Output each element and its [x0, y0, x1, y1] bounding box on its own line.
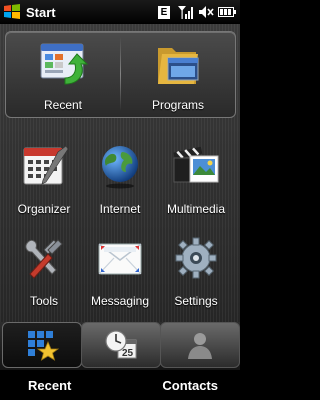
tab-contacts[interactable]	[160, 322, 240, 368]
tab-calendar[interactable]: 25	[81, 322, 161, 368]
status-icons: E	[158, 5, 236, 19]
battery-icon[interactable]	[218, 6, 236, 18]
top-panel: Recent Programs	[5, 31, 236, 118]
multimedia-label: Multimedia	[166, 202, 226, 216]
left-softkey[interactable]: Recent	[28, 378, 71, 393]
signal-icon[interactable]	[178, 5, 194, 19]
programs-folder-icon	[158, 48, 199, 84]
settings-label: Settings	[174, 294, 218, 308]
home-screen: Recent Programs Organizer Internet Multi…	[0, 24, 240, 322]
home-grid-star-icon	[28, 331, 59, 361]
divider	[120, 37, 121, 111]
calendar-icon	[23, 145, 69, 185]
network-badge[interactable]: E	[158, 5, 170, 19]
right-softkey[interactable]: Contacts	[162, 378, 218, 393]
programs-label: Programs	[151, 98, 204, 112]
messaging-tile[interactable]: Messaging	[82, 234, 158, 308]
recent-window-icon	[40, 43, 89, 85]
clock-calendar-icon: 25	[105, 330, 137, 359]
softkey-bar: Recent Contacts	[0, 370, 240, 400]
tools-icon	[25, 239, 63, 279]
internet-tile[interactable]: Internet	[82, 142, 158, 216]
status-bar: Start E	[0, 0, 240, 24]
programs-tile[interactable]: Programs	[138, 40, 218, 112]
tools-tile[interactable]: Tools	[6, 234, 82, 308]
internet-label: Internet	[99, 202, 141, 216]
start-label[interactable]: Start	[26, 5, 56, 20]
contacts-person-icon	[188, 333, 212, 359]
multimedia-tile[interactable]: Multimedia	[158, 142, 234, 216]
tab-home[interactable]	[2, 322, 82, 368]
messaging-label: Messaging	[90, 294, 150, 308]
clapperboard-icon	[173, 146, 219, 183]
volume-muted-icon[interactable]	[198, 5, 214, 19]
gear-icon	[175, 237, 217, 279]
tools-label: Tools	[29, 294, 58, 308]
organizer-label: Organizer	[17, 202, 71, 216]
windows-logo-icon[interactable]	[2, 2, 22, 22]
recent-programs-tile[interactable]: Recent	[23, 40, 103, 112]
settings-tile[interactable]: Settings	[158, 234, 234, 308]
envelope-icon	[98, 243, 142, 275]
svg-text:25: 25	[122, 348, 134, 359]
tab-strip: 25	[0, 322, 240, 370]
recent-label: Recent	[43, 98, 83, 112]
globe-icon	[102, 146, 138, 189]
organizer-tile[interactable]: Organizer	[6, 142, 82, 216]
